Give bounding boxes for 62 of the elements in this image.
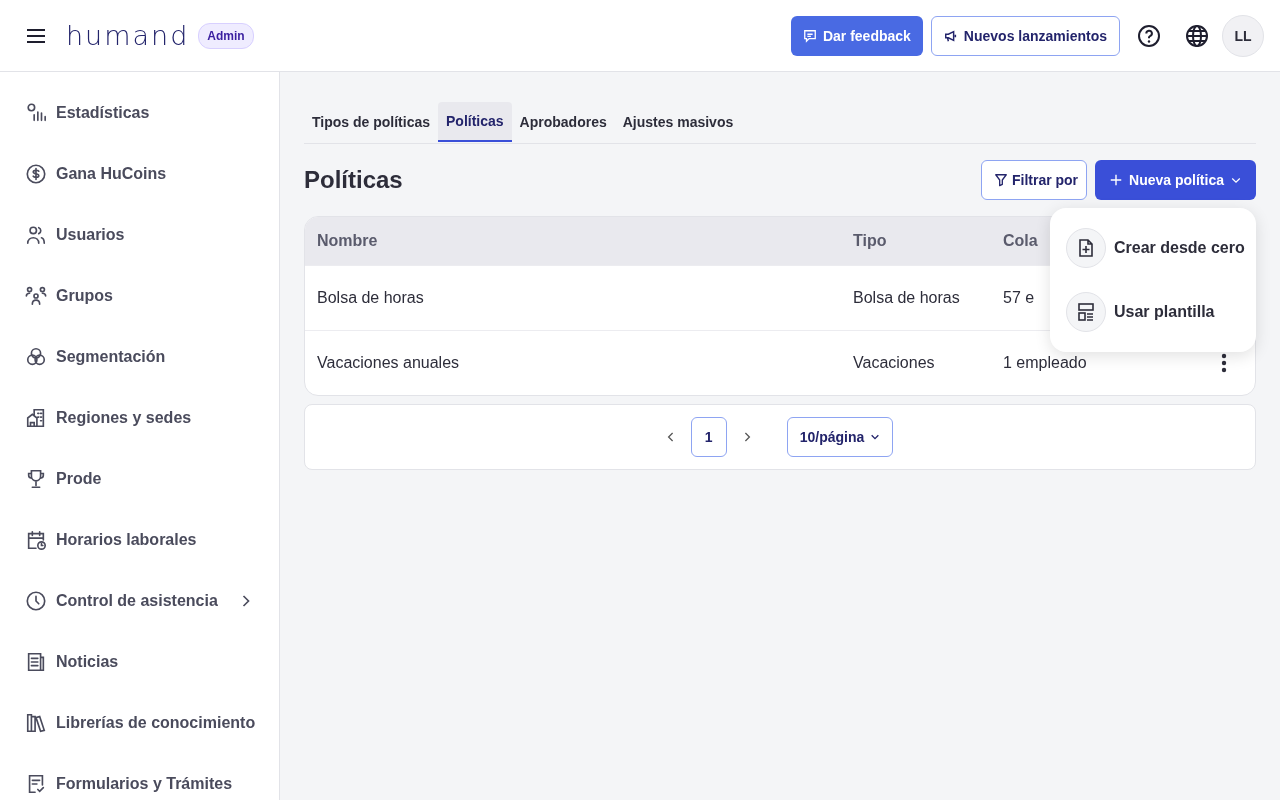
table-cell-text: Vacaciones anuales [317,354,461,372]
filter-icon [993,173,1008,187]
library-icon [25,711,47,734]
tab[interactable]: Aprobadores [511,102,615,142]
chevron-left-icon[interactable] [666,432,675,442]
sidebar-item[interactable]: Horarios laborales [0,509,279,570]
chevron-right-icon[interactable] [742,432,751,442]
plus-icon [1109,173,1124,187]
page-size-dropdown[interactable]: 10/página [786,417,894,457]
coin-icon [25,162,47,185]
column-header: Cola [1003,232,1038,250]
sidebar-item[interactable]: Estadísticas [0,82,279,143]
sidebar-item[interactable]: Segmentación [0,326,279,387]
sidebar-item[interactable]: Regiones y sedes [0,387,279,448]
sidebar-item[interactable]: Gana HuCoins [0,143,279,204]
sidebar-item[interactable]: Prode [0,448,279,509]
calendar-icon [25,528,47,551]
users-icon [25,223,47,246]
page-button[interactable]: 1 [690,417,727,457]
building-icon [25,406,47,429]
trophy-icon [25,467,47,490]
table-cell-text: Vacaciones [853,354,936,372]
file-plus-icon [1076,238,1096,258]
tab[interactable]: Ajustes masivos [614,102,742,142]
chevron-right-icon [240,593,251,608]
table-cell-text: Bolsa de horas [317,289,425,307]
sidebar-item[interactable]: Formularios y Trámites [0,753,279,800]
tab[interactable]: Tipos de políticas [304,102,438,142]
help-icon[interactable] [1137,23,1161,48]
clock-icon [25,589,47,612]
feedback-button[interactable]: Dar feedback [790,15,923,56]
menu-item[interactable]: Crear desde cero [1050,216,1256,280]
table-cell: 1 empleado [1003,354,1087,372]
globe-icon[interactable] [1185,23,1209,48]
megaphone-icon [943,28,958,43]
sidebar-item[interactable]: Usuarios [0,204,279,265]
column-header: Tipo [853,232,888,250]
column-header: Nombre [317,232,379,250]
user-avatar[interactable]: LL [1222,14,1264,57]
tab[interactable]: Políticas [438,102,512,142]
menu-icon[interactable] [26,27,46,44]
admin-badge: Admin [198,22,254,49]
releases-button[interactable]: Nuevos lanzamientos [930,15,1120,56]
caret-icon [870,432,881,442]
segments-icon [25,345,47,368]
sidebar-item[interactable]: Noticias [0,631,279,692]
page-title: Políticas [304,166,403,194]
sidebar-item[interactable]: Grupos [0,265,279,326]
new-policy-button[interactable]: Nueva política [1095,160,1256,200]
groups-icon [25,284,47,307]
sidebar-item[interactable]: Librerías de conocimiento [0,692,279,753]
filter-button[interactable]: Filtrar por [980,160,1088,200]
chat-icon [802,28,817,43]
menu-item[interactable]: Usar plantilla [1050,280,1256,344]
table-cell: 57 e [1003,289,1035,307]
news-icon [25,650,47,673]
logo: humand [66,20,190,51]
table-cell-text: Bolsa de horas [853,289,961,307]
stats-icon [25,101,47,124]
more-options-icon[interactable] [1221,353,1227,373]
sidebar-item[interactable]: Control de asistencia [0,570,279,631]
template-icon [1076,302,1096,322]
